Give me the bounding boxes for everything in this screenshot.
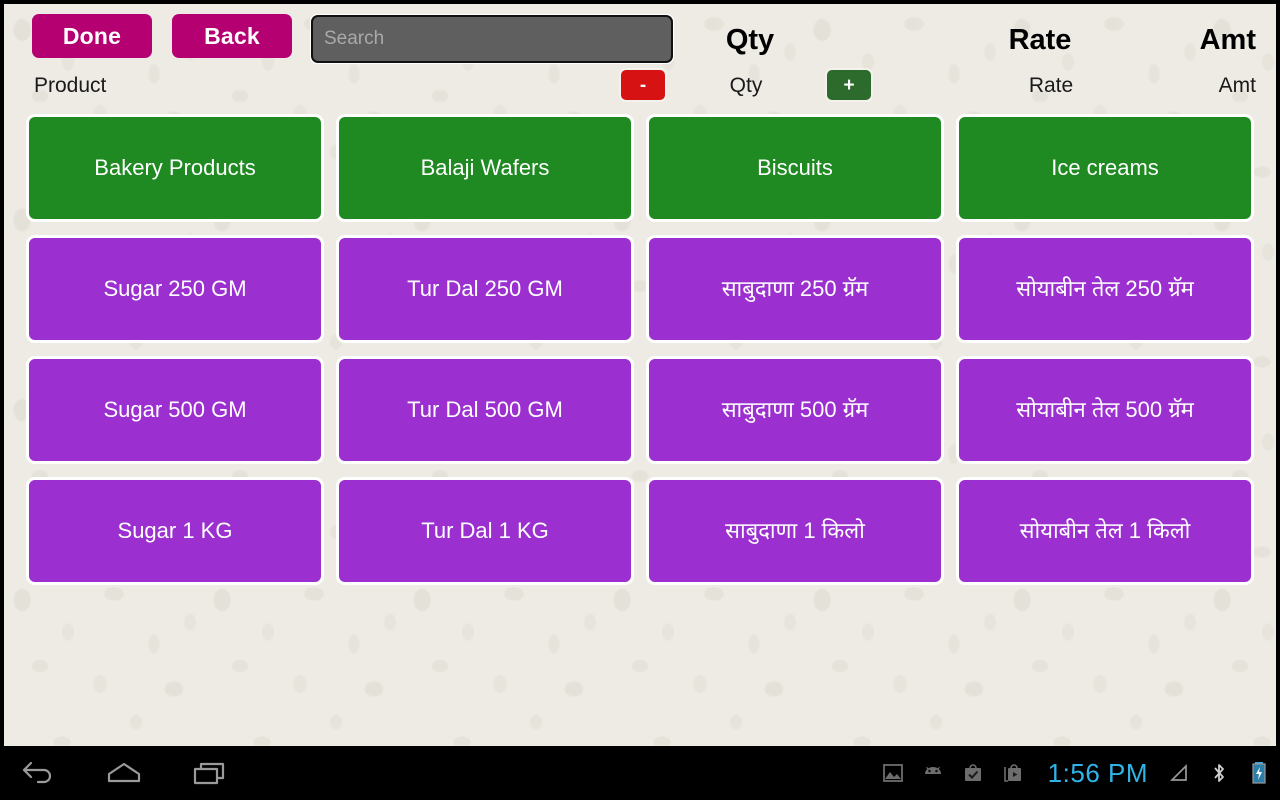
category-tile[interactable]: Bakery Products [26,114,324,222]
device-screen: Done Back Qty Rate Amt Product - Qty + R… [0,0,1280,800]
top-toolbar: Done Back Qty Rate Amt [4,4,1276,66]
signal-triangle-icon [1166,760,1192,786]
decrease-qty-button[interactable]: - [619,68,667,102]
grid-row: Bakery Products Balaji Wafers Biscuits Ice … [26,114,1254,222]
battery-charging-icon [1246,760,1272,786]
grid-row: Sugar 1 KG Tur Dal 1 KG साबुदाणा 1 किलो सोय… [26,477,1254,585]
android-robot-icon [920,760,946,786]
product-tile[interactable]: सोयाबीन तेल 250 ग्रॅम [956,235,1254,343]
screenshot-image-icon [880,760,906,786]
product-tile[interactable]: Tur Dal 500 GM [336,356,634,464]
category-tile[interactable]: Ice creams [956,114,1254,222]
done-button[interactable]: Done [32,14,152,58]
product-tile[interactable]: Sugar 500 GM [26,356,324,464]
status-icons: 1:56 PM [880,746,1272,800]
amt-column-header: Amt [1199,24,1256,56]
increase-qty-button[interactable]: + [825,68,873,102]
bluetooth-icon [1206,760,1232,786]
product-tile[interactable]: सोयाबीन तेल 500 ग्रॅम [956,356,1254,464]
home-icon[interactable] [102,753,146,793]
recent-apps-icon[interactable] [188,753,232,793]
qty-label: Qty [729,74,763,97]
product-tile[interactable]: Tur Dal 250 GM [336,235,634,343]
status-clock: 1:56 PM [1047,757,1148,788]
app-content-area: Done Back Qty Rate Amt Product - Qty + R… [4,4,1276,746]
product-tile[interactable]: Tur Dal 1 KG [336,477,634,585]
sub-header-row: Product - Qty + Rate Amt [4,66,1276,114]
product-tile[interactable]: Sugar 1 KG [26,477,324,585]
rate-label: Rate [1028,74,1074,97]
checked-bag-icon [960,760,986,786]
search-input[interactable] [311,15,673,63]
nav-buttons [16,746,232,800]
play-store-bag-icon [1000,760,1026,786]
back-arrow-icon[interactable] [16,753,60,793]
product-label: Product [34,74,107,97]
product-tile[interactable]: Sugar 250 GM [26,235,324,343]
rate-column-header: Rate [1008,24,1072,56]
grid-row: Sugar 500 GM Tur Dal 500 GM साबुदाणा 500 ग… [26,356,1254,464]
amt-label: Amt [1218,74,1256,97]
product-tile[interactable]: साबुदाणा 500 ग्रॅम [646,356,944,464]
product-tile[interactable]: साबुदाणा 1 किलो [646,477,944,585]
android-navigation-bar: 1:56 PM [0,746,1280,800]
product-grid: Bakery Products Balaji Wafers Biscuits Ice … [4,114,1276,585]
category-tile[interactable]: Biscuits [646,114,944,222]
back-button[interactable]: Back [172,14,292,58]
grid-row: Sugar 250 GM Tur Dal 250 GM साबुदाणा 250 ग… [26,235,1254,343]
category-tile[interactable]: Balaji Wafers [336,114,634,222]
qty-column-header: Qty [725,24,775,56]
product-tile[interactable]: साबुदाणा 250 ग्रॅम [646,235,944,343]
product-tile[interactable]: सोयाबीन तेल 1 किलो [956,477,1254,585]
